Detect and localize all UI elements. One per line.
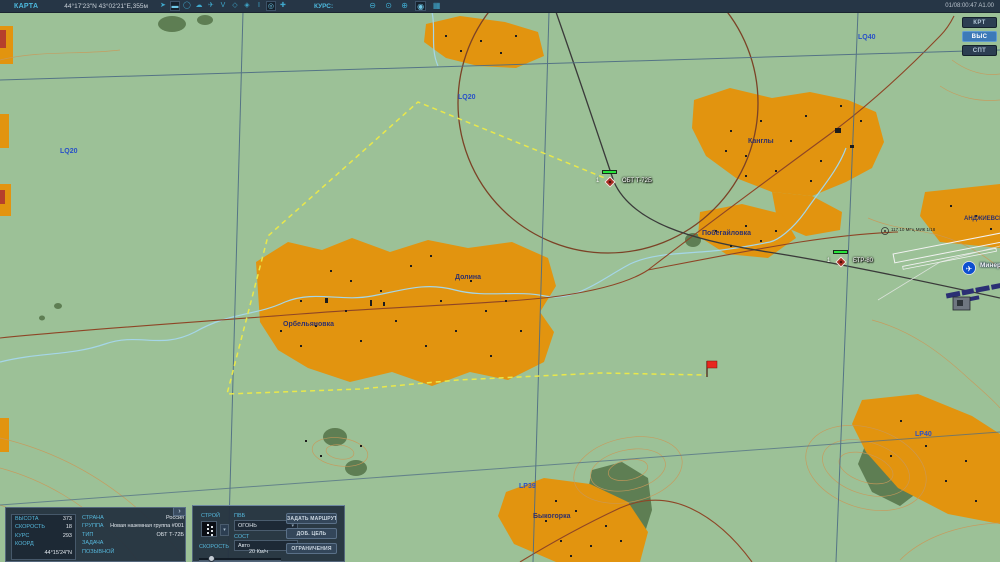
airport-icon[interactable]: ✈: [962, 261, 976, 275]
formation-dropdown-button[interactable]: ▾: [220, 524, 229, 536]
circle-tool-icon[interactable]: ◯: [182, 1, 192, 11]
town-label-andzhievsky: АНДЖИЕВСКИЙ: [964, 216, 1000, 222]
zoom-tool-group: ⊖ ⊙ ⊕ ◉ ▦: [367, 1, 442, 11]
globe-icon[interactable]: ◉: [415, 1, 427, 11]
layer-alt-button[interactable]: ВЫС: [962, 31, 997, 42]
map-canvas[interactable]: ✈: [0, 0, 1000, 562]
ruler-tool-icon[interactable]: I: [254, 1, 264, 11]
airport-label: Минеральные Воды: [980, 262, 1000, 269]
speed-value: 18: [65, 524, 72, 531]
restrictions-button[interactable]: ОГРАНИЧЕНИЯ: [286, 543, 337, 554]
town-label-dolina: Долина: [455, 274, 482, 281]
aircraft-tool-icon[interactable]: ✈: [206, 1, 216, 11]
formation-column-icon: [207, 524, 209, 526]
cursor-coordinates: 44°17'23"N 43°02'21"E,355м: [64, 2, 148, 10]
state-value: Авто: [238, 542, 250, 549]
top-toolbar: КАРТА 44°17'23"N 43°02'21"E,355м ➤ ▬ ◯ ☁…: [0, 0, 1000, 13]
grid-label-lp40: LP40: [915, 431, 932, 438]
course-label: КУРС:: [313, 2, 334, 10]
ground-unit-icon[interactable]: [604, 176, 616, 188]
zoom-out-icon[interactable]: ⊖: [367, 1, 378, 11]
roe-label: ПВБ: [234, 513, 246, 519]
coord-value: 44°15'24"N: [44, 549, 72, 556]
type-value: ОБТ Т-72Б: [156, 531, 184, 538]
speed-slider[interactable]: [199, 555, 281, 562]
zoom-area-icon[interactable]: ⊙: [383, 1, 394, 11]
map-tool-group: ➤ ▬ ◯ ☁ ✈ V ◇ ◈ I ◎ ✚: [158, 1, 288, 11]
course-value: 293: [62, 532, 72, 539]
formation-label: СТРОЙ: [201, 513, 220, 519]
health-bar: [602, 170, 617, 174]
set-route-button[interactable]: ЗАДАТЬ МАРШРУТ: [286, 513, 337, 524]
waypoint-tool-icon[interactable]: ◇: [230, 1, 240, 11]
slider-thumb[interactable]: [208, 555, 215, 562]
beacon-label: 117.10 МГц МИК 1/18: [891, 227, 936, 232]
town-label-bykogorka: Быкогорка: [533, 513, 571, 520]
formation-selector[interactable]: [201, 521, 217, 537]
callsign-label: ПОЗЫВНОЙ: [82, 548, 115, 555]
telemetry-box: ВЫСОТА 373 СКОРОСТЬ 18 КУРС 293 КООРД 44°15…: [11, 514, 76, 560]
grid-label-lp39: LP39: [519, 483, 536, 490]
type-label: ТИП: [82, 531, 94, 538]
group-label: ГРУППА: [82, 523, 104, 530]
layer-sat-button[interactable]: СПТ: [962, 45, 997, 56]
add-tool-icon[interactable]: ✚: [278, 1, 288, 11]
town-label-kangly: Канглы: [748, 138, 774, 145]
course-label: КУРС: [15, 532, 30, 539]
altitude-value: 373: [62, 516, 72, 522]
grid-label-lq20-center: LQ20: [458, 94, 476, 101]
airplane-glyph: ✈: [966, 265, 973, 274]
target-tool-icon[interactable]: ◎: [265, 1, 276, 11]
grid-label-lq40: LQ40: [858, 34, 876, 41]
country-label: СТРАНА: [82, 515, 104, 521]
ground-unit-icon[interactable]: [835, 256, 847, 268]
coord-label: КООРД: [15, 541, 34, 548]
zoom-in-icon[interactable]: ⊕: [399, 1, 410, 11]
unit-info-panel: › ВЫСОТА 373 СКОРОСТЬ 18 КУРС 293 КООРД 44°…: [5, 507, 186, 562]
unit-marker-btr80[interactable]: 1 БТР-80: [827, 249, 947, 269]
unit-marker-t72[interactable]: 1 ОБТ Т-72Б: [596, 169, 716, 189]
marker-tool-icon[interactable]: ▬: [169, 1, 180, 11]
unit-details: СТРАНА Россия ГРУППА Новая наземная группа…: [82, 514, 184, 556]
airport-structure-icon: [952, 296, 971, 311]
group-value: Новая наземная группа #001: [110, 523, 184, 530]
unit-label: ОБТ Т-72Б: [622, 178, 652, 184]
task-label: ЗАДАЧА: [82, 540, 104, 547]
add-target-button[interactable]: ДОБ. ЦЕЛЬ: [286, 528, 337, 539]
health-bar: [833, 250, 848, 254]
roe-value: ОГОНЬ: [238, 522, 257, 529]
map-mode-label: КАРТА: [14, 2, 39, 10]
altitude-label: ВЫСОТА: [15, 516, 39, 522]
pointer-tool-icon[interactable]: ➤: [158, 1, 168, 11]
town-label-orbelyanovka: Орбельяновка: [283, 321, 334, 328]
town-label-pobegailovka: Побегайловка: [702, 230, 751, 237]
dcs-f10-map-screen: { "topbar": { "mode": "КАРТА", "coords":…: [0, 0, 1000, 562]
flight-tool-icon[interactable]: V: [218, 1, 228, 11]
unit-control-panel: СТРОЙ ▾ ПВБ ОГОНЬ ▾ СОСТ Авто ▾ СКОРОСТЬ…: [192, 505, 345, 562]
waypoint-number: 1: [596, 178, 600, 184]
grid-label-lq20-west: LQ20: [60, 148, 78, 155]
grid-toggle-icon[interactable]: ▦: [431, 1, 442, 11]
country-value: Россия: [165, 515, 184, 521]
waypoint-number: 1: [827, 258, 831, 264]
speed-label: СКОРОСТЬ: [15, 524, 45, 531]
mission-clock: 01/08:00:47 A1.00: [945, 3, 994, 9]
speed-slider-label: СКОРОСТЬ: [199, 544, 229, 550]
weather-tool-icon[interactable]: ☁: [194, 1, 204, 11]
signal-tool-icon[interactable]: ◈: [242, 1, 252, 11]
layer-map-button[interactable]: КРТ: [962, 17, 997, 28]
unit-label: БТР-80: [853, 258, 874, 264]
